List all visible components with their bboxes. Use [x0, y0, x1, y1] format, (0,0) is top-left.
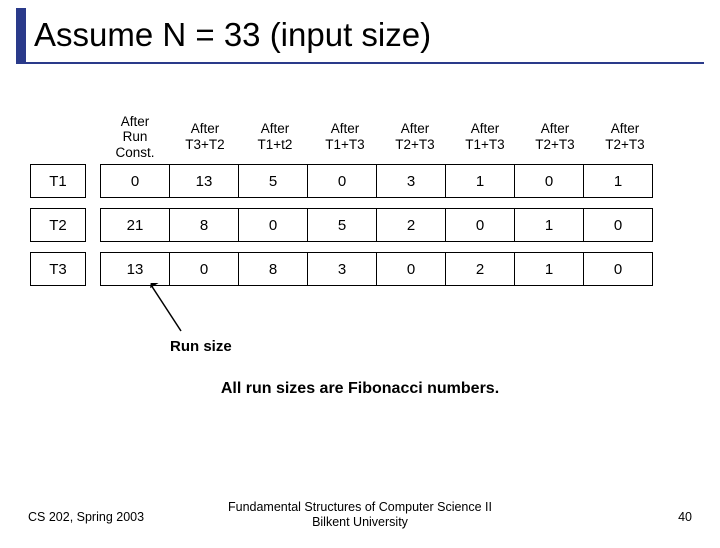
row-label-column: T1 T2 T3	[30, 110, 86, 286]
col-header: After T3+T2	[170, 110, 240, 164]
title-bar: Assume N = 33 (input size)	[16, 8, 704, 64]
cell: 13	[100, 252, 170, 286]
cell: 3	[376, 164, 446, 198]
cell: 2	[445, 252, 515, 286]
cell: 1	[583, 164, 653, 198]
cell: 0	[169, 252, 239, 286]
cell: 0	[100, 164, 170, 198]
row-label: T1	[30, 164, 86, 198]
cell: 0	[583, 208, 653, 242]
cell: 1	[445, 164, 515, 198]
cell: 5	[307, 208, 377, 242]
cell: 0	[514, 164, 584, 198]
table: T1 T2 T3 After Run Const. After T3+T2 Af…	[30, 110, 690, 286]
header-row: After Run Const. After T3+T2 After T1+t2…	[100, 110, 660, 164]
col-header: After Run Const.	[100, 110, 170, 164]
cell: 13	[169, 164, 239, 198]
table-row: 13 0 8 3 0 2 1 0	[100, 252, 660, 286]
content-area: T1 T2 T3 After Run Const. After T3+T2 Af…	[0, 64, 720, 286]
cell: 1	[514, 252, 584, 286]
cell: 21	[100, 208, 170, 242]
row-label-spacer	[30, 110, 86, 164]
col-header: After T2+T3	[590, 110, 660, 164]
cell: 8	[238, 252, 308, 286]
cell: 0	[307, 164, 377, 198]
cell: 8	[169, 208, 239, 242]
title-accent	[16, 8, 26, 62]
row-label: T2	[30, 208, 86, 242]
cell: 3	[307, 252, 377, 286]
cell: 1	[514, 208, 584, 242]
slide-title: Assume N = 33 (input size)	[26, 8, 431, 62]
col-header: After T1+T3	[450, 110, 520, 164]
col-header: After T1+T3	[310, 110, 380, 164]
table-row: 0 13 5 0 3 1 0 1	[100, 164, 660, 198]
run-size-label: Run size	[170, 338, 232, 355]
cell: 0	[445, 208, 515, 242]
cell: 5	[238, 164, 308, 198]
footer-center: Fundamental Structures of Computer Scien…	[0, 500, 720, 530]
data-grid: After Run Const. After T3+T2 After T1+t2…	[100, 110, 660, 286]
cell: 0	[376, 252, 446, 286]
fibonacci-note: All run sizes are Fibonacci numbers.	[0, 380, 720, 398]
row-label: T3	[30, 252, 86, 286]
col-header: After T1+t2	[240, 110, 310, 164]
col-header: After T2+T3	[520, 110, 590, 164]
slide-number: 40	[678, 510, 692, 524]
cell: 0	[583, 252, 653, 286]
arrow-icon	[145, 283, 187, 339]
footer-line2: Bilkent University	[0, 515, 720, 530]
col-header: After T2+T3	[380, 110, 450, 164]
cell: 0	[238, 208, 308, 242]
cell: 2	[376, 208, 446, 242]
footer-line1: Fundamental Structures of Computer Scien…	[0, 500, 720, 515]
table-row: 21 8 0 5 2 0 1 0	[100, 208, 660, 242]
